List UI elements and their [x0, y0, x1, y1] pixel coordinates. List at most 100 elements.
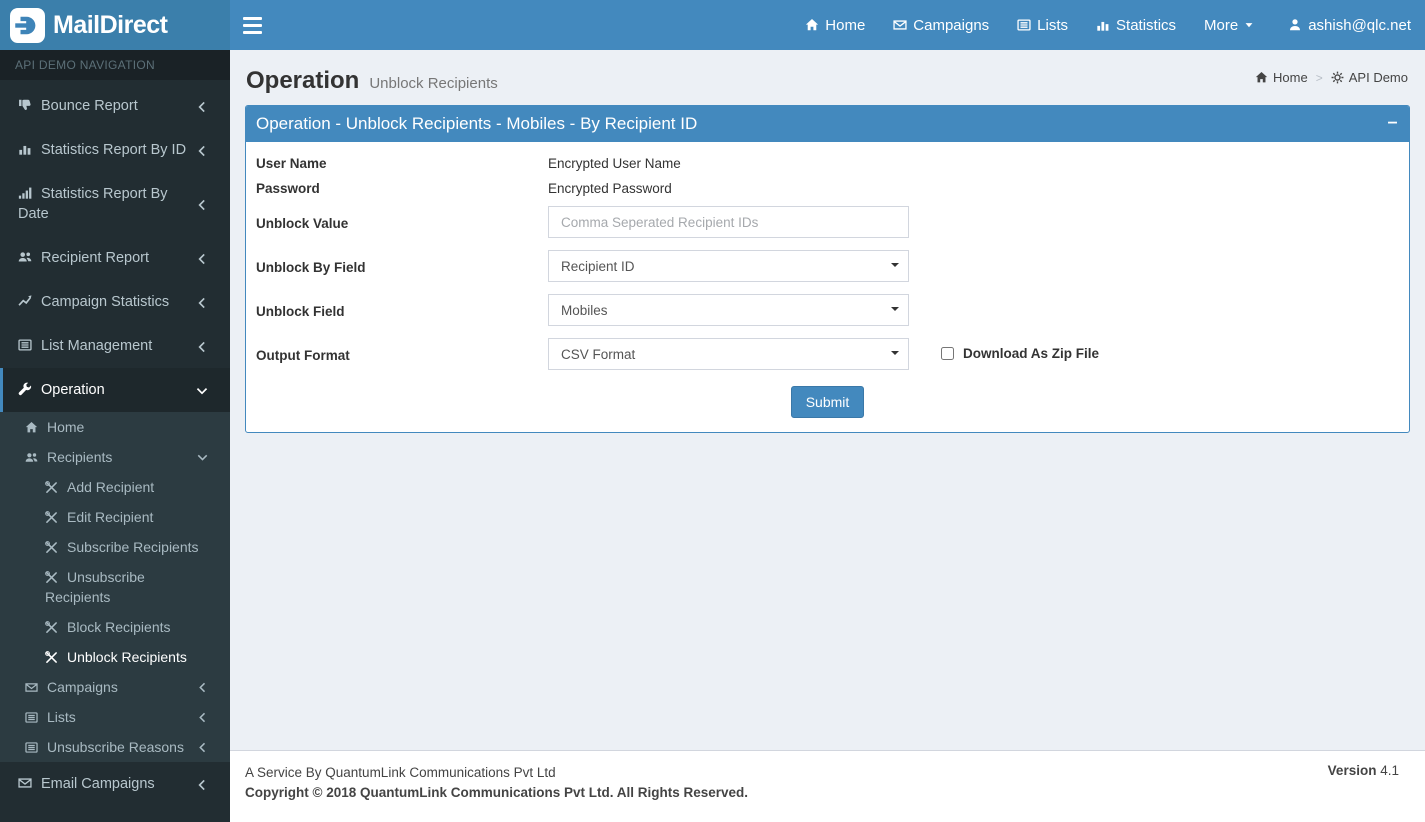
sidebar-li-unsubscribe-recipients: Unsubscribe Recipients [0, 562, 230, 612]
user-name-label: User Name [256, 156, 327, 171]
tools-icon [45, 651, 58, 664]
version-label: Version [1327, 763, 1377, 778]
sidebar-item-operation[interactable]: Operation [0, 368, 230, 412]
sidebar-li-block-recipients: Block Recipients [0, 612, 230, 642]
submit-row: Submit [256, 386, 1399, 418]
topnav-link-lists[interactable]: Lists [1003, 0, 1082, 50]
unblock-value-input[interactable] [548, 206, 909, 238]
sidebar-li-list-management: List Management [0, 324, 230, 368]
topnav-item: Lists [1003, 0, 1082, 50]
brand-logo[interactable]: MailDirect [0, 0, 230, 50]
footer-copyright-line: Copyright © 2018 QuantumLink Communicati… [245, 785, 749, 800]
sidebar-item-unsubscribe-reasons[interactable]: Unsubscribe Reasons [0, 732, 230, 762]
envelope-icon [18, 776, 32, 790]
topnav-link-statistics[interactable]: Statistics [1082, 0, 1190, 50]
sidebar-item-statistics-report-by-id[interactable]: Statistics Report By ID [0, 128, 230, 172]
topnav-link-home[interactable]: Home [791, 0, 879, 50]
sidebar-item-label: Statistics Report By ID [41, 142, 187, 158]
chevron-left-icon [196, 681, 209, 694]
breadcrumb-label: API Demo [1348, 70, 1408, 85]
sidebar-item-home[interactable]: Home [0, 412, 230, 442]
sidebar-item-lists[interactable]: Lists [0, 702, 230, 732]
sidebar-li-recipients: Recipients Add Recipient Edit Recipient Sub… [0, 442, 230, 672]
chevron-left-icon [195, 100, 209, 114]
topnav-link-more[interactable]: More [1190, 0, 1274, 50]
chevron-left-icon [195, 296, 209, 310]
sidebar-item-recipients[interactable]: Recipients [0, 442, 230, 472]
bar-chart-icon [18, 142, 32, 156]
sidebar-toggle-button[interactable] [230, 0, 275, 50]
sidebar-item-subscribe-recipients[interactable]: Subscribe Recipients [0, 532, 230, 562]
sidebar-item-bounce-report[interactable]: Bounce Report [0, 84, 230, 128]
collapse-button[interactable] [1386, 112, 1399, 132]
tools-icon [45, 481, 58, 494]
sidebar-li-unsubscribe-reasons: Unsubscribe Reasons [0, 732, 230, 762]
topnav-label: ashish@qlc.net [1308, 16, 1411, 34]
sidebar-item-block-recipients[interactable]: Block Recipients [0, 612, 230, 642]
topnav-menu: Home Campaigns Lists Statistics More ashish@q… [791, 0, 1425, 50]
sidebar-li-unblock-recipients: Unblock Recipients [0, 642, 230, 672]
topnav-item: More [1190, 0, 1274, 50]
signal-icon [18, 186, 32, 200]
sidebar-li-add-recipient: Add Recipient [0, 472, 230, 502]
unblock-field-row: Unblock Field Mobiles [256, 294, 1399, 326]
breadcrumb-link-api-demo[interactable]: API Demo [1331, 70, 1408, 85]
brand-name: MailDirect [53, 10, 168, 39]
chevron-left-icon [196, 711, 209, 724]
sidebar-item-list-management[interactable]: List Management [0, 324, 230, 368]
sidebar-item-recipient-report[interactable]: Recipient Report [0, 236, 230, 280]
download-zip-group: Download As Zip File [941, 338, 1099, 361]
sidebar-item-label: Lists [47, 709, 76, 725]
home-icon [805, 18, 819, 32]
sidebar-header: API DEMO NAVIGATION [0, 50, 230, 80]
navbar: Home Campaigns Lists Statistics More ashish@q… [230, 0, 1425, 50]
home-icon [25, 421, 38, 434]
topnav-link-ashish-qlc-net[interactable]: ashish@qlc.net [1274, 0, 1425, 50]
sidebar-item-email-campaigns[interactable]: Email Campaigns [0, 762, 230, 806]
sidebar-item-unblock-recipients[interactable]: Unblock Recipients [0, 642, 230, 672]
page-title: Operation [246, 67, 360, 94]
page-subtitle: Unblock Recipients [369, 75, 498, 92]
breadcrumb-label: Home [1273, 70, 1308, 85]
topnav-label: More [1204, 16, 1239, 34]
topnav-item: Home [791, 0, 879, 50]
chevron-down-icon [196, 451, 209, 464]
sidebar: API DEMO NAVIGATION Bounce Report Statist… [0, 50, 230, 822]
envelope-icon [25, 681, 38, 694]
panel-header: Operation - Unblock Recipients - Mobiles… [246, 106, 1409, 142]
tools-icon [45, 621, 58, 634]
sidebar-item-label: Unblock Recipients [67, 649, 187, 665]
sidebar-item-label: Block Recipients [67, 619, 171, 635]
topnav-label: Home [825, 16, 866, 34]
sidebar-li-subscribe-recipients: Subscribe Recipients [0, 532, 230, 562]
output-format-select[interactable]: CSV Format [548, 338, 909, 370]
topnav-label: Lists [1037, 16, 1069, 34]
sidebar-item-unsubscribe-recipients[interactable]: Unsubscribe Recipients [0, 562, 230, 612]
breadcrumb: Home API Demo [1255, 70, 1408, 85]
tools-icon [45, 511, 58, 524]
sidebar-item-statistics-report-by-date[interactable]: Statistics Report By Date [0, 172, 230, 236]
unblock-field-select[interactable]: Mobiles [548, 294, 909, 326]
topnav-link-campaigns[interactable]: Campaigns [879, 0, 1003, 50]
breadcrumb-link-home[interactable]: Home [1255, 70, 1308, 85]
unblock-by-field-select[interactable]: Recipient ID [548, 250, 909, 282]
password-value: Encrypted Password [548, 181, 672, 196]
sidebar-item-label: Home [47, 419, 85, 435]
topnav-item: ashish@qlc.net [1274, 0, 1425, 50]
sidebar-item-add-recipient[interactable]: Add Recipient [0, 472, 230, 502]
sidebar-item-label: Edit Recipient [67, 509, 154, 525]
version-value: 4.1 [1380, 763, 1399, 778]
sidebar-item-campaigns[interactable]: Campaigns [0, 672, 230, 702]
submit-button[interactable]: Submit [790, 386, 865, 418]
bar-chart-icon [1096, 18, 1110, 32]
sidebar-item-edit-recipient[interactable]: Edit Recipient [0, 502, 230, 532]
users-icon [18, 250, 32, 264]
chevron-down-icon [195, 384, 209, 398]
download-zip-checkbox[interactable] [941, 347, 954, 360]
breadcrumb-item: Home [1255, 70, 1308, 85]
panel-body: User Name Encrypted User Name Password E… [246, 142, 1409, 432]
output-format-label: Output Format [256, 348, 350, 363]
operation-panel: Operation - Unblock Recipients - Mobiles… [245, 105, 1410, 433]
topnav-item: Campaigns [879, 0, 1003, 50]
sidebar-item-campaign-statistics[interactable]: Campaign Statistics [0, 280, 230, 324]
